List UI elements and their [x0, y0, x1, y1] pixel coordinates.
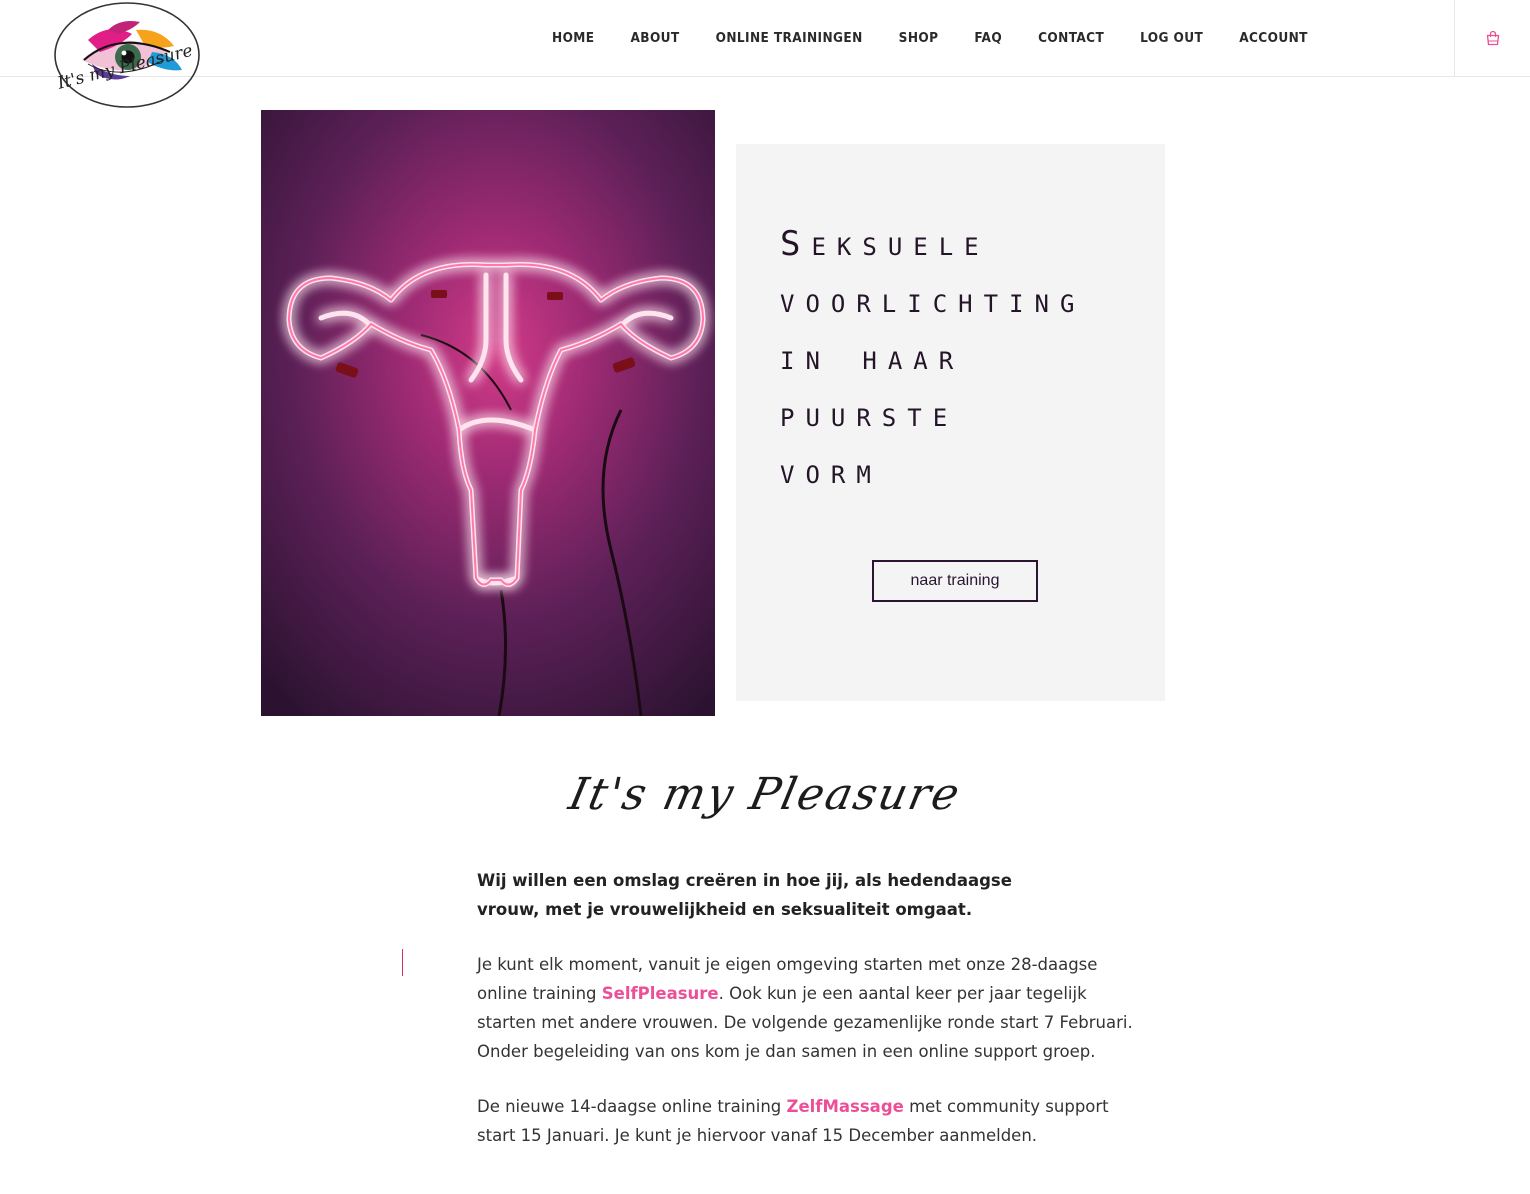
hero-title: Seksuele voorlichting in haar puurste vo… [780, 216, 1160, 501]
hero-image [261, 110, 715, 716]
site-logo[interactable]: It's my Pleasure [48, 0, 208, 118]
hero-title-line-2: voorlichting [780, 281, 1086, 321]
intro-content: Wij willen een omslag creëren in hoe jij… [477, 866, 1147, 1176]
main-nav: HOME ABOUT ONLINE TRAININGEN SHOP FAQ CO… [552, 0, 1344, 76]
nav-about[interactable]: ABOUT [630, 30, 679, 46]
script-title-text: It's my Pleasure [564, 769, 966, 820]
site-header: HOME ABOUT ONLINE TRAININGEN SHOP FAQ CO… [0, 0, 1530, 77]
zelfmassage-link[interactable]: ZelfMassage [787, 1097, 904, 1116]
cart-button[interactable] [1454, 0, 1530, 76]
hero-title-line-5: vorm [780, 452, 882, 492]
nav-contact[interactable]: CONTACT [1038, 30, 1104, 46]
hero-panel: Seksuele voorlichting in haar puurste vo… [736, 144, 1165, 701]
nav-log-out[interactable]: LOG OUT [1140, 30, 1203, 46]
hero-title-line-4: puurste [780, 395, 959, 435]
hero-title-line-1: Seksuele [780, 224, 990, 264]
neon-uterus-image [261, 110, 715, 716]
selfpleasure-link[interactable]: SelfPleasure [602, 984, 719, 1003]
nav-home[interactable]: HOME [552, 30, 594, 46]
decorative-divider [402, 949, 403, 976]
naar-training-button[interactable]: naar training [872, 560, 1038, 602]
hero-title-line-3: in haar [780, 338, 965, 378]
nav-faq[interactable]: FAQ [974, 30, 1002, 46]
nav-online-trainingen[interactable]: ONLINE TRAININGEN [716, 30, 863, 46]
nav-account[interactable]: ACCOUNT [1239, 30, 1308, 46]
shopping-bag-icon [1486, 30, 1500, 46]
intro-lead: Wij willen een omslag creëren in hoe jij… [477, 871, 1012, 919]
intro-paragraph-1: Je kunt elk moment, vanuit je eigen omge… [477, 950, 1147, 1066]
p2-text-before: De nieuwe 14-daagse online training [477, 1097, 787, 1116]
script-title: It's my Pleasure [560, 755, 970, 835]
nav-shop[interactable]: SHOP [899, 30, 939, 46]
intro-paragraph-2: De nieuwe 14-daagse online training Zelf… [477, 1092, 1147, 1150]
